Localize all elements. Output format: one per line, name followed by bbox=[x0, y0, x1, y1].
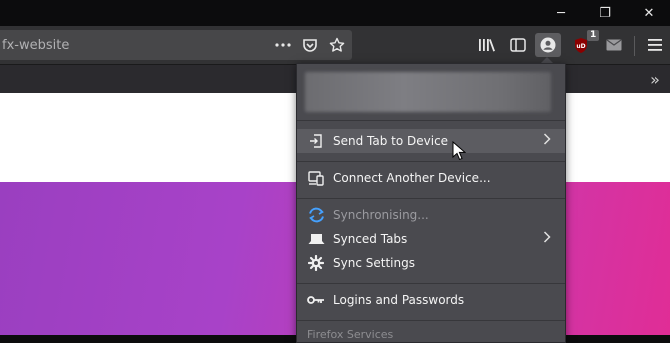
page-actions-icon[interactable] bbox=[272, 35, 294, 55]
blurred-account-profile[interactable] bbox=[305, 72, 551, 112]
send-tab-to-device-item[interactable]: Send Tab to Device bbox=[297, 129, 565, 153]
synchronising-status-item: Synchronising... bbox=[297, 203, 565, 227]
account-sync-panel: Send Tab to Device Connect Another Devic… bbox=[296, 63, 566, 343]
separator bbox=[297, 320, 565, 321]
logins-and-passwords-item[interactable]: Logins and Passwords bbox=[297, 288, 565, 312]
minimize-icon: ─ bbox=[557, 5, 565, 21]
address-bar[interactable]: fx-website bbox=[0, 30, 352, 60]
gear-icon bbox=[307, 254, 325, 272]
mouse-cursor-icon bbox=[452, 140, 467, 165]
chevron-right-icon bbox=[543, 231, 551, 247]
pocket-icon[interactable] bbox=[299, 35, 321, 55]
title-bar: ─ ❐ ✕ bbox=[0, 0, 670, 26]
connect-device-label: Connect Another Device... bbox=[333, 171, 491, 185]
minimize-button[interactable]: ─ bbox=[540, 0, 582, 26]
chevron-right-icon bbox=[543, 133, 551, 149]
email-icon[interactable] bbox=[601, 33, 627, 57]
synchronising-label: Synchronising... bbox=[333, 208, 429, 222]
overflow-chevron-icon[interactable]: » bbox=[644, 69, 666, 89]
separator bbox=[297, 198, 565, 199]
svg-text:uD: uD bbox=[576, 43, 585, 50]
send-tab-label: Send Tab to Device bbox=[333, 134, 449, 148]
sidebar-icon[interactable] bbox=[505, 33, 531, 57]
account-icon[interactable] bbox=[535, 33, 561, 57]
close-icon: ✕ bbox=[643, 5, 655, 21]
restore-icon: ❐ bbox=[599, 5, 611, 21]
devices-icon bbox=[307, 169, 325, 187]
toolbar-separator bbox=[634, 36, 635, 56]
connect-another-device-item[interactable]: Connect Another Device... bbox=[297, 166, 565, 190]
synced-tabs-icon bbox=[307, 230, 325, 248]
sync-settings-item[interactable]: Sync Settings bbox=[297, 251, 565, 275]
sync-icon bbox=[307, 206, 325, 224]
separator bbox=[297, 161, 565, 162]
url-text[interactable]: fx-website bbox=[2, 38, 69, 53]
library-icon[interactable] bbox=[474, 33, 500, 57]
ublock-badge: 1 bbox=[587, 30, 600, 41]
restore-button[interactable]: ❐ bbox=[584, 0, 626, 26]
logins-label: Logins and Passwords bbox=[333, 293, 465, 307]
separator bbox=[297, 283, 565, 284]
sync-settings-label: Sync Settings bbox=[333, 256, 415, 270]
key-icon bbox=[307, 291, 325, 309]
bookmark-star-icon[interactable] bbox=[326, 35, 348, 55]
send-tab-icon bbox=[307, 132, 325, 150]
menu-icon[interactable] bbox=[642, 33, 668, 57]
synced-tabs-item[interactable]: Synced Tabs bbox=[297, 227, 565, 251]
synced-tabs-label: Synced Tabs bbox=[333, 232, 408, 246]
close-window-button[interactable]: ✕ bbox=[628, 0, 670, 26]
separator bbox=[297, 120, 565, 121]
